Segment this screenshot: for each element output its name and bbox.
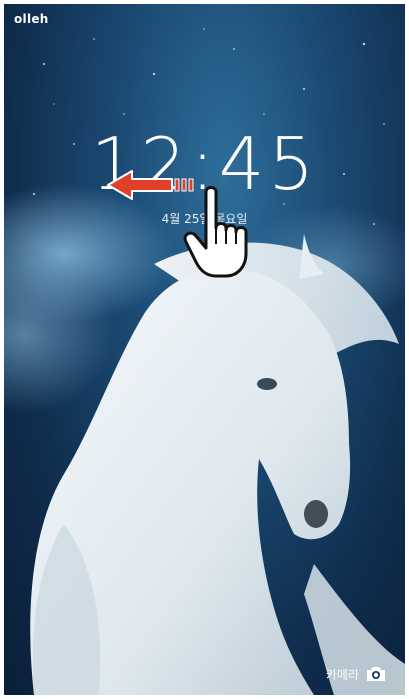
wallpaper-image (4, 28, 405, 695)
pointing-hand-icon (183, 186, 248, 278)
carrier-name: olleh (14, 12, 49, 26)
camera-label: 카메라 (325, 667, 359, 682)
camera-shortcut[interactable]: 카메라 (326, 665, 387, 683)
lock-screen[interactable]: olleh 12:45 4월 25일 목요일 카메라 (4, 4, 405, 695)
camera-icon (367, 667, 385, 681)
